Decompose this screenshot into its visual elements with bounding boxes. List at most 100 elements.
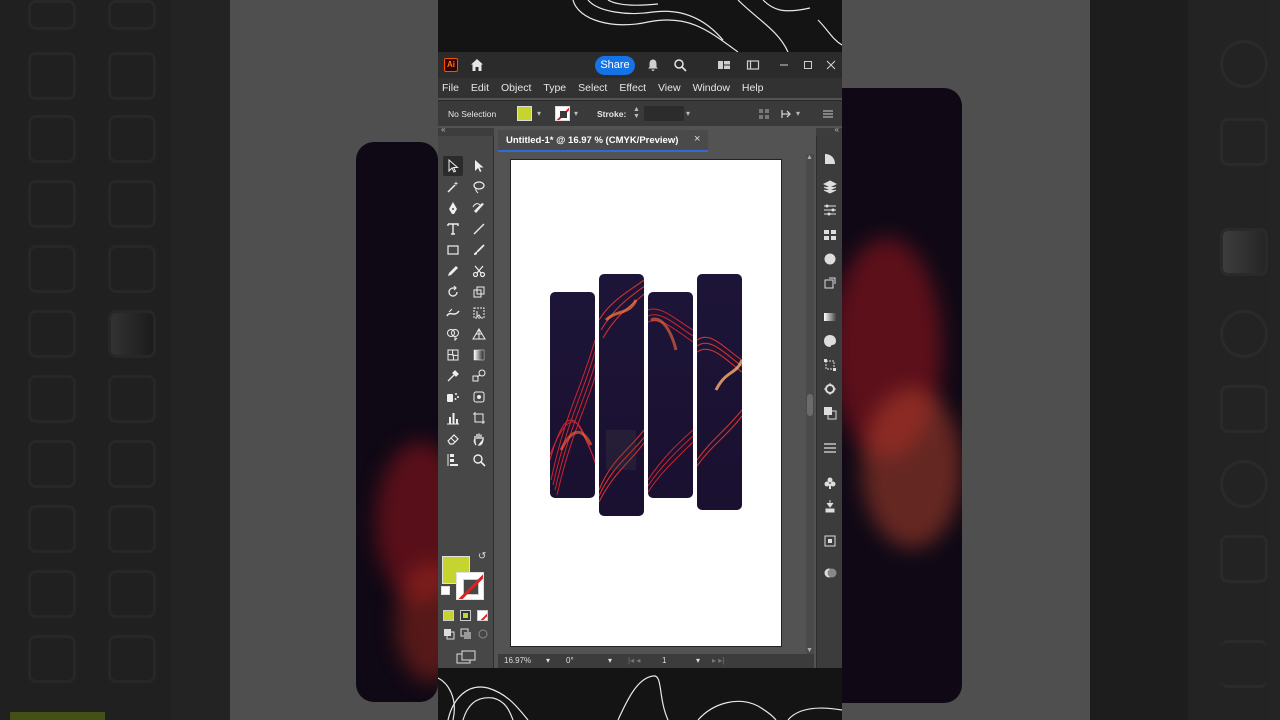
draw-normal-icon[interactable]	[443, 628, 455, 640]
menu-type[interactable]: Type	[543, 82, 566, 94]
swap-fill-stroke-icon[interactable]: ↺	[478, 551, 486, 562]
menu-edit[interactable]: Edit	[471, 82, 489, 94]
gradient-tool-icon[interactable]	[469, 345, 489, 365]
share-button[interactable]: Share	[595, 56, 635, 75]
stroke-color-box[interactable]	[456, 572, 484, 600]
align-icon[interactable]	[758, 108, 770, 120]
free-transform-tool-icon[interactable]	[469, 303, 489, 323]
artwork-strips[interactable]	[511, 160, 783, 648]
export-panel-icon[interactable]	[823, 276, 837, 290]
brushes-panel-icon[interactable]	[823, 499, 837, 513]
symbols-panel-icon[interactable]	[823, 476, 837, 490]
bell-icon[interactable]	[646, 58, 660, 72]
transform-icon[interactable]	[780, 108, 792, 120]
rotate-tool-icon[interactable]	[443, 282, 463, 302]
gradient-mode-icon[interactable]	[460, 610, 471, 621]
align-panel-icon[interactable]	[823, 441, 837, 455]
hand-tool-icon[interactable]	[469, 429, 489, 449]
canvas-area[interactable]	[498, 154, 806, 654]
minimize-icon[interactable]	[777, 58, 791, 72]
pencil-tool-icon[interactable]	[443, 261, 463, 281]
paintbrush-tool-icon[interactable]	[469, 240, 489, 260]
scale-tool-icon[interactable]	[469, 282, 489, 302]
graphic-styles-panel-icon[interactable]	[823, 566, 837, 580]
stroke-dropdown-chevron-icon[interactable]: ▾	[574, 109, 578, 118]
control-menu-icon[interactable]	[822, 108, 834, 120]
menu-file[interactable]: File	[442, 82, 459, 94]
gradient-panel-icon[interactable]	[823, 310, 837, 324]
scissors-tool-icon[interactable]	[469, 261, 489, 281]
stroke-weight-chevron-icon[interactable]: ▾	[686, 109, 690, 118]
line-tool-icon[interactable]	[469, 219, 489, 239]
menu-window[interactable]: Window	[693, 82, 730, 94]
scroll-up-icon[interactable]: ▲	[806, 154, 813, 161]
zoom-level[interactable]: 16.97%	[504, 656, 531, 665]
search-icon[interactable]	[673, 58, 687, 72]
pen-tool-icon[interactable]	[443, 198, 463, 218]
artboard-chevron-icon[interactable]: ▾	[696, 656, 700, 665]
close-window-icon[interactable]	[824, 58, 838, 72]
warp-tool-icon[interactable]	[443, 303, 463, 323]
stroke-weight-field[interactable]	[644, 106, 684, 121]
pathfinder-panel-icon[interactable]	[823, 406, 837, 420]
column-graph-tool-icon[interactable]	[443, 408, 463, 428]
fill-color-swatch[interactable]	[517, 106, 532, 121]
menu-select[interactable]: Select	[578, 82, 607, 94]
artboard[interactable]	[510, 159, 782, 647]
menu-view[interactable]: View	[658, 82, 681, 94]
transform-panel-icon[interactable]	[823, 358, 837, 372]
first-artboard-icon[interactable]: |◂ ◂	[628, 656, 640, 665]
print-tiling-tool-icon[interactable]	[443, 450, 463, 470]
properties-panel-icon[interactable]	[823, 152, 837, 166]
arrange-documents-icon[interactable]	[717, 58, 731, 72]
artboard-number[interactable]: 1	[662, 656, 666, 665]
curvature-tool-icon[interactable]	[469, 198, 489, 218]
home-icon[interactable]	[470, 58, 484, 72]
magic-wand-tool-icon[interactable]	[443, 177, 463, 197]
default-colors-icon[interactable]	[441, 586, 450, 595]
color-mode-icon[interactable]	[443, 610, 454, 621]
type-tool-icon[interactable]	[443, 219, 463, 239]
direct-selection-tool-icon[interactable]	[469, 156, 489, 176]
menu-object[interactable]: Object	[501, 82, 531, 94]
stroke-panel-icon[interactable]	[823, 382, 837, 396]
rotation-chevron-icon[interactable]: ▾	[608, 656, 612, 665]
shape-builder-tool-icon[interactable]	[443, 324, 463, 344]
none-mode-icon[interactable]	[477, 610, 488, 621]
workspace-icon[interactable]	[746, 58, 760, 72]
stroke-weight-stepper[interactable]: ▲ ▼	[633, 106, 640, 120]
zoom-tool-icon[interactable]	[469, 450, 489, 470]
vertical-scrollbar[interactable]: ▲ ▼	[806, 154, 814, 654]
last-artboard-icon[interactable]: ▸ ▸|	[712, 656, 724, 665]
selection-tool-icon[interactable]	[443, 156, 463, 176]
symbol-sprayer-tool-icon[interactable]	[443, 387, 463, 407]
lasso-tool-icon[interactable]	[469, 177, 489, 197]
menu-help[interactable]: Help	[742, 82, 764, 94]
draw-behind-icon[interactable]	[460, 628, 472, 640]
blend-tool-icon[interactable]	[469, 366, 489, 386]
maximize-icon[interactable]	[801, 58, 815, 72]
stroke-color-swatch[interactable]	[555, 106, 570, 121]
rectangle-tool-icon[interactable]	[443, 240, 463, 260]
scroll-down-icon[interactable]: ▼	[806, 647, 813, 654]
mesh-tool-icon[interactable]	[443, 345, 463, 365]
artboard-tool-icon[interactable]	[469, 408, 489, 428]
artboards-panel-icon[interactable]	[823, 534, 837, 548]
menu-effect[interactable]: Effect	[619, 82, 646, 94]
eraser-tool-icon[interactable]	[443, 429, 463, 449]
eyedropper-tool-icon[interactable]	[443, 366, 463, 386]
color-panel-icon[interactable]	[823, 334, 837, 348]
screen-mode-icon[interactable]	[456, 650, 476, 664]
toolbar-collapse-bar[interactable]: «	[438, 125, 494, 136]
appearance-panel-icon[interactable]	[823, 252, 837, 266]
panel-collapse-bar[interactable]: «	[816, 125, 842, 136]
transform-chevron-icon[interactable]: ▾	[796, 109, 800, 118]
rotation-value[interactable]: 0°	[566, 656, 574, 665]
vertical-scroll-thumb[interactable]	[807, 394, 813, 416]
perspective-grid-tool-icon[interactable]	[469, 324, 489, 344]
zoom-chevron-icon[interactable]: ▾	[546, 656, 550, 665]
fill-dropdown-chevron-icon[interactable]: ▾	[537, 109, 541, 118]
swatches-panel-icon[interactable]	[823, 228, 837, 242]
document-tab[interactable]: Untitled-1* @ 16.97 % (CMYK/Preview) ×	[498, 130, 708, 152]
libraries-panel-icon[interactable]	[823, 203, 837, 217]
